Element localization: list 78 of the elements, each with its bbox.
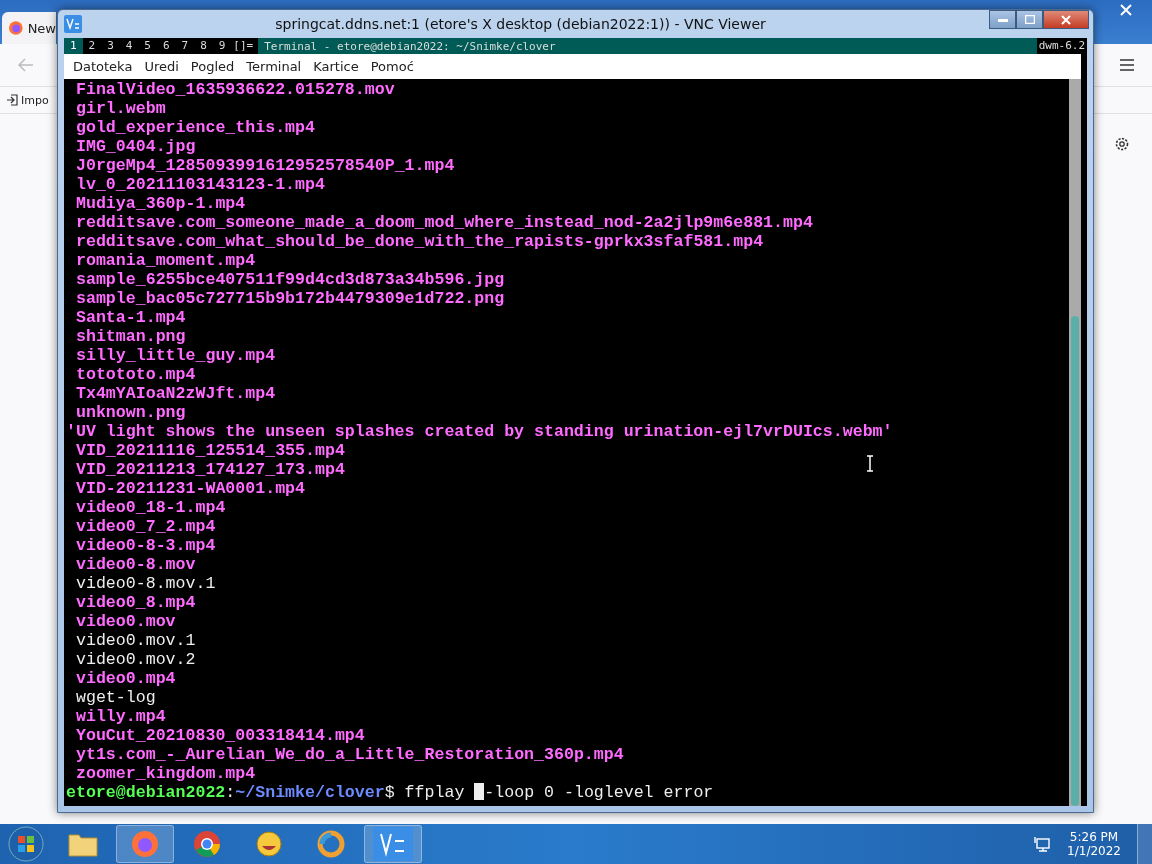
close-button[interactable]: [1043, 10, 1089, 29]
file-name: video0_8.mp4: [76, 593, 196, 612]
smiley-icon: [254, 829, 284, 859]
file-name: willy.mp4: [76, 707, 166, 726]
file-name: yt1s.com_-_Aurelian_We_do_a_Little_Restoration_360p.mp4: [76, 745, 624, 764]
chrome-icon: [192, 829, 222, 859]
status-text: dwm-6.2: [1036, 38, 1087, 54]
window-title: springcat.ddns.net:1 (etore's X desktop (debian2022:1)) - VNC Viewer: [274, 16, 767, 32]
minimize-button[interactable]: [989, 10, 1016, 29]
file-name: video0-8.mov: [76, 555, 196, 574]
file-name: shitman.png: [76, 327, 186, 346]
taskbar-item[interactable]: [364, 825, 422, 863]
firefox-icon: [8, 20, 24, 36]
file-name: J0rgeMp4_1285093991612952578540P_1.mp4: [76, 156, 455, 175]
file-name: video0_7_2.mp4: [76, 517, 216, 536]
file-name: video0-8.mov.1: [76, 574, 216, 593]
file-name: YouCut_20210830_003318414.mp4: [76, 726, 365, 745]
layout-symbol: []=: [231, 38, 259, 54]
command-prompt[interactable]: etore@debian2022:~/Snimke/clover$ ffplay -loop 0 -loglevel error: [66, 783, 714, 802]
maximize-icon: [1024, 15, 1035, 24]
text-cursor-icon: [866, 455, 874, 472]
workspace-tag[interactable]: 8: [194, 38, 213, 54]
workspace-tag[interactable]: 3: [101, 38, 120, 54]
maximize-button[interactable]: [1016, 10, 1043, 29]
network-icon[interactable]: [1033, 836, 1052, 852]
file-name: video0_18-1.mp4: [76, 498, 226, 517]
file-name: Santa-1.mp4: [76, 308, 186, 327]
start-button[interactable]: [8, 826, 44, 862]
file-name: video0.mov: [76, 612, 176, 631]
show-desktop-button[interactable]: [1137, 824, 1152, 864]
vnc-icon: [64, 15, 82, 33]
workspace-tag[interactable]: 5: [138, 38, 157, 54]
file-name: zoomer_kingdom.mp4: [76, 764, 256, 783]
file-name: sample_bac05c727715b9b172b4479309e1d722.png: [76, 289, 505, 308]
menu-item[interactable]: Pogled: [184, 59, 241, 74]
clock[interactable]: 5:26 PM 1/1/2022: [1067, 830, 1121, 858]
menu-item[interactable]: Kartice: [307, 59, 365, 74]
menu-item[interactable]: Terminal: [240, 59, 308, 74]
file-name: romania_moment.mp4: [76, 251, 256, 270]
firefox-icon: [130, 829, 160, 859]
file-name: unknown.png: [76, 403, 186, 422]
file-name: VID_20211116_125514_355.mp4: [76, 441, 345, 460]
browser-tab[interactable]: New: [2, 12, 56, 44]
file-name: VID-20211231-WA0001.mp4: [76, 479, 306, 498]
file-name: video0.mov.2: [76, 650, 196, 669]
menu-icon[interactable]: [1120, 59, 1134, 71]
file-name: Mudiya_360p-1.mp4: [76, 194, 246, 213]
menu-item[interactable]: Pomoć: [364, 59, 420, 74]
menu-item[interactable]: Uredi: [138, 59, 185, 74]
file-name: video0.mov.1: [76, 631, 196, 650]
bookmark-item[interactable]: Impo: [6, 93, 49, 107]
file-name: VID_20211213_174127_173.mp4: [76, 460, 345, 479]
close-icon: [1061, 14, 1071, 25]
file-name: video0.mp4: [76, 669, 176, 688]
window-title: Terminal - etore@debian2022: ~/Snimke/clover: [263, 39, 557, 53]
file-name: girl.webm: [76, 99, 166, 118]
vnc-icon: [373, 827, 413, 861]
file-name: video0-8-3.mp4: [76, 536, 216, 555]
file-name: redditsave.com_what_should_be_done_with_the_rapists-gprkx3sfaf581.mp4: [76, 232, 764, 251]
scrollbar[interactable]: [1069, 79, 1081, 806]
swirl-icon: [316, 829, 346, 859]
file-name: sample_6255bce407511f99d4cd3d873a34b596.jpg: [76, 270, 505, 289]
file-name: wget-log: [76, 688, 156, 707]
file-name: totototo.mp4: [76, 365, 196, 384]
file-name: IMG_0404.jpg: [76, 137, 196, 156]
settings-icon[interactable]: [1114, 136, 1130, 152]
minimize-icon: [997, 17, 1008, 22]
file-name: gold_experience_this.mp4: [76, 118, 315, 137]
menu-item[interactable]: Datoteka: [67, 59, 139, 74]
file-name: redditsave.com_someone_made_a_doom_mod_where_instead_nod-2a2jlp9m6e881.mp4: [76, 213, 813, 232]
folder-icon: [68, 831, 98, 857]
file-name: FinalVideo_1635936622.015278.mov: [76, 80, 395, 99]
file-name: lv_0_20211103143123-1.mp4: [76, 175, 325, 194]
import-icon: [6, 94, 18, 106]
file-name: Tx4mYAIoaN2zWJft.mp4: [76, 384, 276, 403]
close-icon[interactable]: [1120, 4, 1132, 16]
file-name: silly_little_guy.mp4: [76, 346, 276, 365]
file-name: 'UV light shows the unseen splashes created by standing urination-ejl7vrDUIcs.webm': [66, 422, 893, 441]
